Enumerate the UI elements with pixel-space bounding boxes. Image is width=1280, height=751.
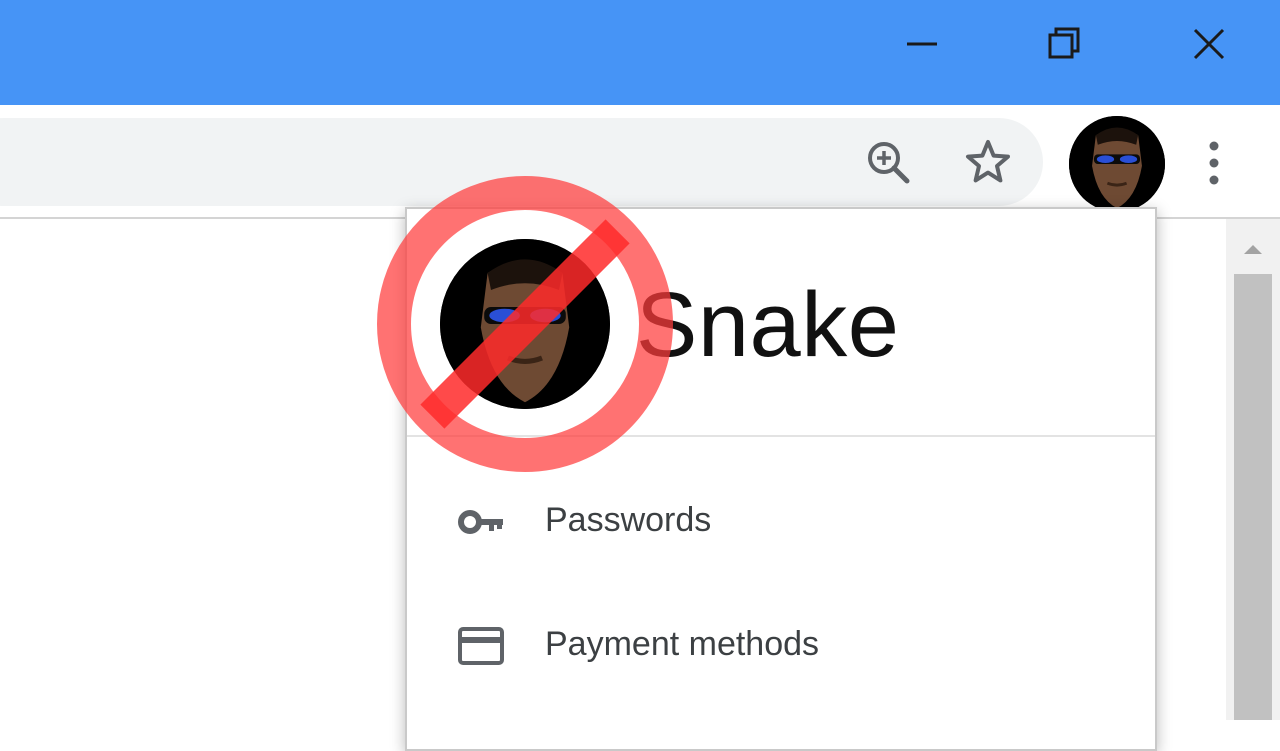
menu-item-label: Payment methods xyxy=(545,625,820,663)
bookmark-button[interactable] xyxy=(963,138,1013,186)
menu-item-payment-methods[interactable]: Payment methods xyxy=(407,592,1155,702)
credit-card-icon xyxy=(457,626,505,666)
menu-item-label: Passwords xyxy=(545,501,712,539)
profile-header: Snake xyxy=(407,209,1155,437)
more-menu-button[interactable] xyxy=(1200,138,1228,188)
minimize-icon xyxy=(907,42,937,46)
close-icon xyxy=(1193,28,1225,60)
more-menu-icon xyxy=(1209,141,1219,185)
close-window-button[interactable] xyxy=(1184,20,1234,70)
profile-avatar xyxy=(440,239,610,409)
avatar-image xyxy=(1069,116,1165,212)
triangle-up-icon xyxy=(1244,245,1262,254)
vertical-scrollbar[interactable] xyxy=(1226,219,1280,720)
profile-name: Snake xyxy=(636,274,900,376)
avatar-image xyxy=(440,239,610,409)
minimize-button[interactable] xyxy=(897,20,947,70)
zoom-in-icon xyxy=(868,142,910,184)
restore-button[interactable] xyxy=(1040,20,1090,70)
profile-avatar-button[interactable] xyxy=(1069,116,1165,212)
profile-menu-popup: Snake Passwords Payment methods xyxy=(405,207,1157,751)
zoom-in-button[interactable] xyxy=(864,138,912,186)
scroll-up-button[interactable] xyxy=(1240,239,1266,259)
key-icon xyxy=(457,502,505,542)
window-titlebar xyxy=(0,0,1280,105)
bookmark-star-icon xyxy=(966,140,1010,183)
scrollbar-thumb[interactable] xyxy=(1234,274,1272,720)
restore-icon xyxy=(1048,27,1080,59)
menu-item-passwords[interactable]: Passwords xyxy=(407,468,1155,578)
